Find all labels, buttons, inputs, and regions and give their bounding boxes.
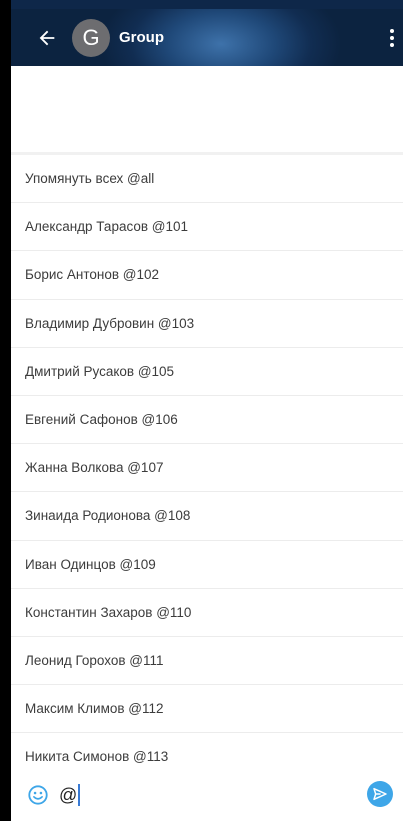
- mention-item[interactable]: Никита Симонов @113: [11, 733, 403, 769]
- menu-button[interactable]: [381, 9, 403, 66]
- mention-item[interactable]: Владимир Дубровин @103: [11, 300, 403, 348]
- mention-list: Упомянуть всех @all Александр Тарасов @1…: [11, 152, 403, 769]
- mention-label: Александр Тарасов @101: [25, 219, 189, 235]
- mention-item[interactable]: Константин Захаров @110: [11, 589, 403, 637]
- mention-item[interactable]: Зинаида Родионова @108: [11, 492, 403, 541]
- send-icon: [373, 787, 387, 801]
- mention-item-all[interactable]: Упомянуть всех @all: [11, 155, 403, 204]
- mention-label: Леонид Горохов @111: [25, 652, 164, 668]
- mention-label: Жанна Волкова @107: [25, 460, 164, 476]
- mention-label: Максим Климов @112: [25, 701, 164, 717]
- mention-item[interactable]: Борис Антонов @102: [11, 251, 403, 300]
- mention-label: Константин Захаров @110: [25, 604, 192, 620]
- app-screen: G Group Упомянуть всех @all Александр Та…: [0, 0, 403, 821]
- app-header: G Group: [11, 9, 403, 66]
- mention-label: Дмитрий Русаков @105: [25, 363, 175, 379]
- mention-item[interactable]: Леонид Горохов @111: [11, 637, 403, 686]
- message-input-text: @: [59, 784, 78, 805]
- message-input[interactable]: @: [59, 780, 339, 810]
- text-caret: [78, 784, 81, 806]
- mention-item[interactable]: Иван Одинцов @109: [11, 541, 403, 589]
- mention-item[interactable]: Евгений Сафонов @106: [11, 396, 403, 445]
- mention-label: Владимир Дубровин @103: [25, 315, 195, 331]
- chat-title[interactable]: Group: [119, 29, 164, 46]
- send-button[interactable]: [367, 781, 393, 807]
- avatar-letter: G: [82, 24, 100, 50]
- avatar[interactable]: G: [72, 18, 110, 57]
- mention-label: Никита Симонов @113: [25, 749, 169, 765]
- message-area: [11, 66, 403, 152]
- mention-label: Зинаида Родионова @108: [25, 508, 191, 524]
- mention-label: Упомянуть всех @all: [25, 171, 155, 187]
- mention-item[interactable]: Максим Климов @112: [11, 685, 403, 734]
- more-vertical-icon: [390, 28, 394, 47]
- back-button[interactable]: [25, 16, 69, 60]
- status-bar: [11, 0, 403, 9]
- arrow-left-icon: [39, 30, 55, 45]
- mention-item[interactable]: Жанна Волкова @107: [11, 444, 403, 493]
- mention-label: Иван Одинцов @109: [25, 556, 156, 572]
- mention-item[interactable]: Дмитрий Русаков @105: [11, 348, 403, 396]
- smiley-icon[interactable]: [27, 784, 49, 806]
- mention-label: Евгений Сафонов @106: [25, 412, 178, 428]
- message-composer: @: [11, 769, 403, 821]
- mention-item[interactable]: Александр Тарасов @101: [11, 203, 403, 252]
- mention-label: Борис Антонов @102: [25, 267, 160, 283]
